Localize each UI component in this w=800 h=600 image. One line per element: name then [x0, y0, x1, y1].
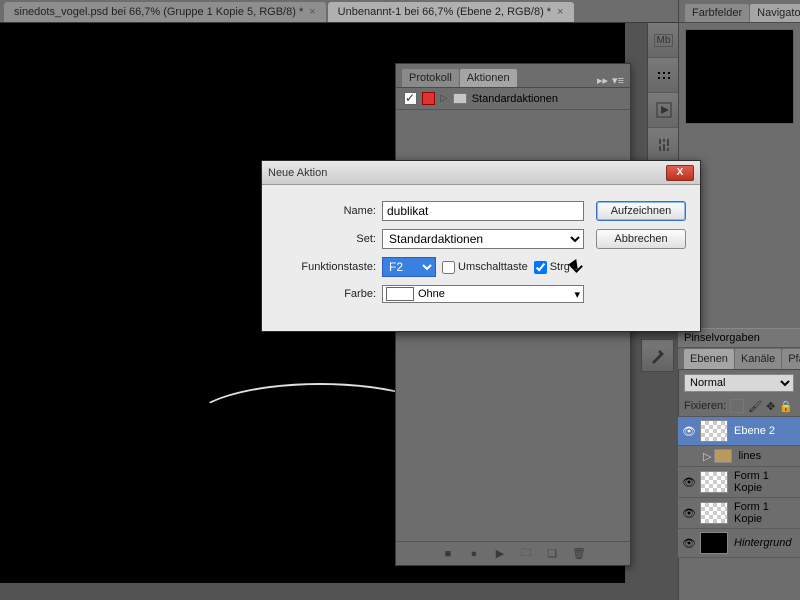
layer-form1-kopie-a[interactable]: 👁 Form 1 Kopie	[678, 467, 800, 498]
function-key-select[interactable]: F2	[382, 257, 436, 277]
navigator-tab[interactable]: Navigator	[750, 4, 800, 22]
collapse-icon[interactable]: ▸▸	[597, 74, 608, 87]
new-set-icon[interactable]: 🗀	[520, 544, 532, 563]
visibility-icon[interactable]: 👁	[682, 475, 696, 489]
tuning-icon[interactable]	[648, 128, 679, 163]
toggle-all-checkbox[interactable]	[404, 92, 417, 105]
color-chip	[386, 287, 414, 301]
swatches-tab[interactable]: Farbfelder	[685, 4, 749, 22]
close-icon[interactable]: ×	[309, 6, 315, 18]
visibility-icon[interactable]	[682, 449, 696, 463]
tab-channels[interactable]: Kanäle	[735, 349, 781, 369]
doc-tab-2[interactable]: Unbenannt-1 bei 66,7% (Ebene 2, RGB/8) *…	[328, 2, 574, 22]
lock-all-icon[interactable]: 🔒	[779, 400, 793, 413]
ctrl-checkbox[interactable]: Strg	[534, 261, 570, 274]
panel-menu-icon[interactable]: ▾≡	[612, 74, 624, 87]
record-button[interactable]: Aufzeichnen	[596, 201, 686, 221]
visibility-icon[interactable]: 👁	[682, 424, 696, 438]
layer-thumb	[700, 502, 728, 524]
lock-label: Fixieren:	[684, 400, 726, 412]
blend-mode-row: Normal	[678, 370, 800, 396]
layer-thumb	[700, 420, 728, 442]
lock-row: Fixieren: 🖌 ✥ 🔒	[678, 396, 800, 417]
label-name: Name:	[276, 205, 376, 217]
visibility-icon[interactable]: 👁	[682, 536, 696, 550]
tab-actions[interactable]: Aktionen	[460, 69, 517, 87]
layer-name: lines	[738, 450, 796, 462]
action-set-label[interactable]: Standardaktionen	[472, 93, 558, 105]
new-action-icon[interactable]: ❏	[546, 547, 558, 560]
shift-checkbox[interactable]: Umschalttaste	[442, 261, 528, 274]
dialog-titlebar[interactable]: Neue Aktion X	[262, 161, 700, 185]
new-action-dialog: Neue Aktion X Name: Set: Standardaktione…	[261, 160, 701, 332]
layer-form1-kopie-b[interactable]: 👁 Form 1 Kopie	[678, 498, 800, 529]
layer-background[interactable]: 👁 Hintergrund	[678, 529, 800, 558]
actions-footer: ■ ● ▶ 🗀 ❏ 🗑	[396, 541, 630, 565]
label-function-key: Funktionstaste:	[276, 261, 376, 273]
layer-name: Hintergrund	[734, 537, 796, 549]
stop-icon[interactable]: ■	[442, 548, 454, 560]
label-color: Farbe:	[276, 288, 376, 300]
doc-tab-1[interactable]: sinedots_vogel.psd bei 66,7% (Gruppe 1 K…	[4, 2, 326, 22]
lock-brush-icon[interactable]: 🖌	[748, 400, 762, 413]
tools-icon[interactable]	[641, 339, 674, 372]
chevron-down-icon: ▾	[574, 288, 580, 301]
mb-icon[interactable]: Mb	[648, 23, 679, 58]
grip-icon[interactable]	[648, 58, 679, 93]
trash-icon[interactable]: 🗑	[572, 547, 584, 560]
play-icon[interactable]	[648, 93, 679, 128]
layer-name: Form 1 Kopie	[734, 501, 796, 525]
expand-icon[interactable]: ▷	[703, 450, 711, 463]
name-input[interactable]	[382, 201, 584, 221]
folder-icon	[453, 93, 467, 104]
close-icon[interactable]: X	[666, 165, 694, 181]
layer-name: Form 1 Kopie	[734, 470, 796, 494]
set-select[interactable]: Standardaktionen	[382, 229, 584, 249]
play-icon[interactable]: ▶	[494, 547, 506, 560]
expand-icon[interactable]: ▷	[440, 93, 448, 104]
color-value: Ohne	[418, 288, 445, 300]
record-icon[interactable]: ●	[468, 548, 480, 560]
blend-mode-select[interactable]: Normal	[684, 374, 794, 392]
cancel-button[interactable]: Abbrechen	[596, 229, 686, 249]
lock-transparency-icon[interactable]	[730, 399, 744, 413]
toggle-dialog-icon[interactable]	[422, 92, 435, 105]
layer-thumb	[700, 471, 728, 493]
color-select[interactable]: Ohne ▾	[382, 285, 584, 303]
layer-thumb	[700, 532, 728, 554]
label-set: Set:	[276, 233, 376, 245]
nav-panel-tabs: Farbfelder Navigator	[679, 0, 800, 23]
layer-ebene-2[interactable]: 👁 Ebene 2	[678, 417, 800, 446]
close-icon[interactable]: ×	[557, 6, 563, 18]
visibility-icon[interactable]: 👁	[682, 506, 696, 520]
layer-group-lines[interactable]: ▷ lines	[678, 446, 800, 467]
doc-tab-2-label: Unbenannt-1 bei 66,7% (Ebene 2, RGB/8) *	[338, 6, 551, 18]
tab-history[interactable]: Protokoll	[402, 69, 459, 87]
navigator-preview[interactable]	[685, 29, 794, 124]
tab-paths[interactable]: Pfade	[782, 349, 800, 369]
layer-name: Ebene 2	[734, 425, 796, 437]
folder-icon	[714, 449, 732, 463]
doc-tab-1-label: sinedots_vogel.psd bei 66,7% (Gruppe 1 K…	[14, 6, 303, 18]
lock-move-icon[interactable]: ✥	[766, 400, 775, 413]
tab-layers[interactable]: Ebenen	[684, 349, 734, 369]
dialog-title: Neue Aktion	[268, 167, 327, 179]
